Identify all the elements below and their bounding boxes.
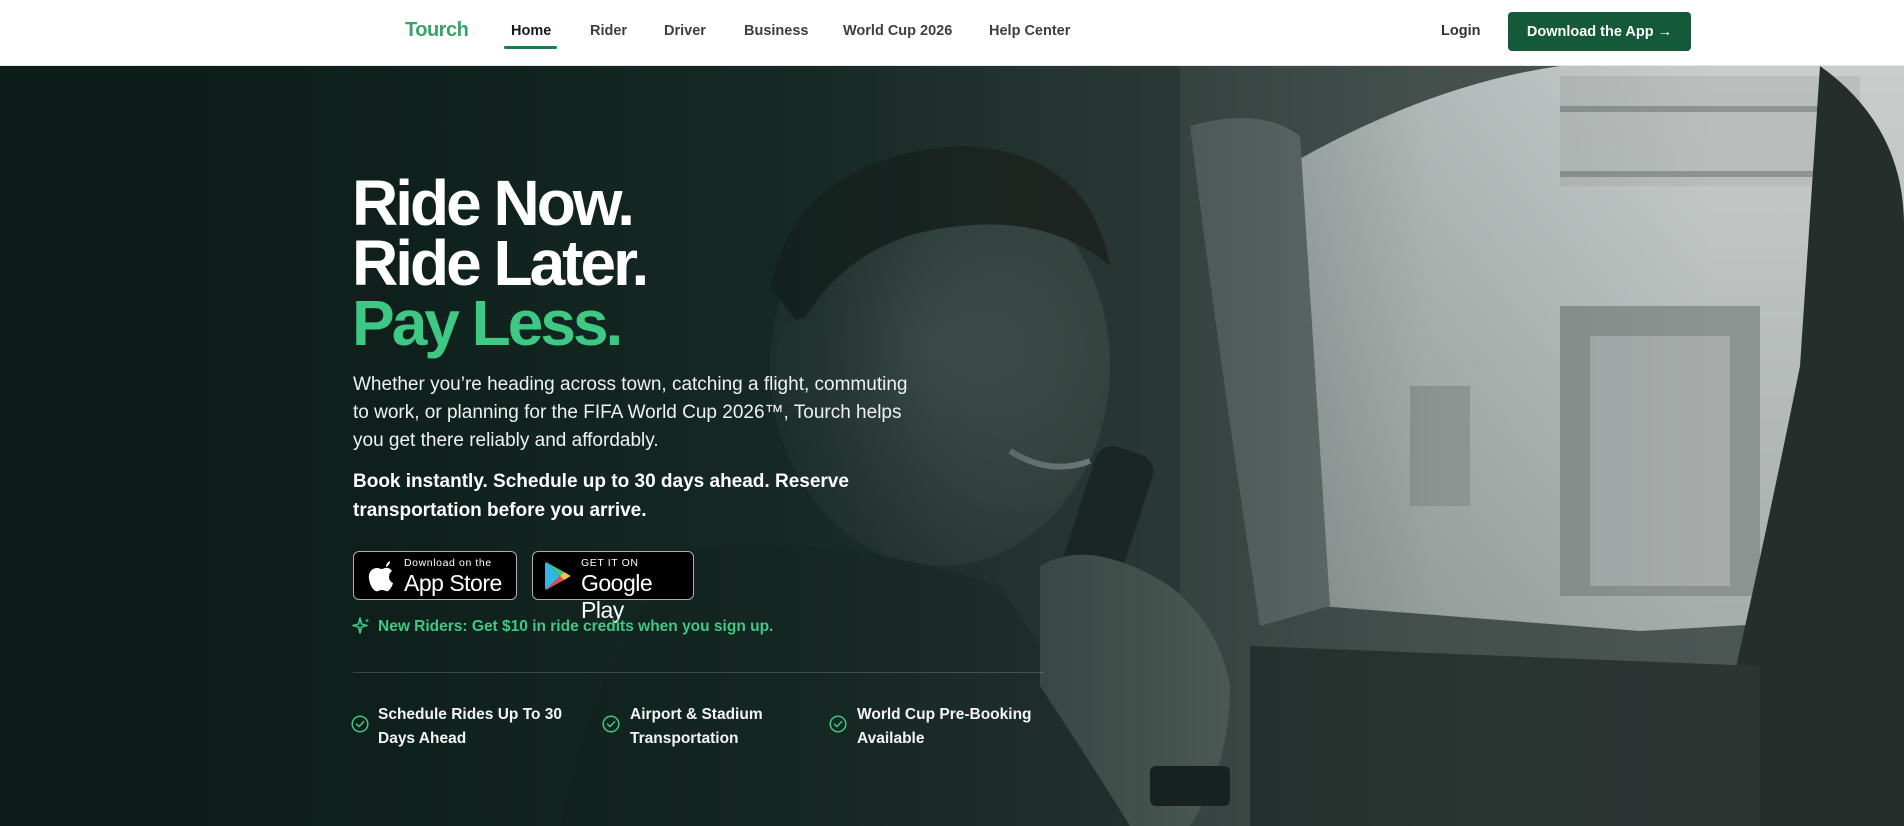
feature-airport-stadium: Airport & Stadium Transportation [630,703,763,751]
google-play-icon [544,561,572,596]
hero-divider [353,672,1043,673]
check-circle-icon [351,715,369,738]
check-circle-icon [602,715,620,738]
hero-description: Whether you’re heading across town, catc… [353,374,908,451]
nav-driver[interactable]: Driver [664,23,706,39]
sparkle-icon [351,616,371,641]
feature-line: World Cup Pre-Booking [857,706,1032,723]
login-link[interactable]: Login [1441,23,1480,39]
apple-icon [367,560,395,597]
hero-headline-line-3: Pay Less. [352,287,623,359]
hero-section: Ride Now. Ride Later. Pay Less. Whether … [0,66,1904,826]
new-rider-promo: New Riders: Get $10 in ride credits when… [378,618,774,635]
google-play-button[interactable]: GET IT ON Google Play [532,551,694,623]
hero-headline-line-2: Ride Later. [352,227,649,299]
nav-active-indicator [504,46,557,49]
feature-schedule-rides: Schedule Rides Up To 30 Days Ahead [378,703,562,751]
feature-world-cup-prebooking: World Cup Pre-Booking Available [857,703,1032,751]
hero-headline-line-1: Ride Now. [352,167,635,239]
nav-business[interactable]: Business [744,23,808,39]
nav-rider[interactable]: Rider [590,23,627,39]
nav-help-center[interactable]: Help Center [989,23,1070,39]
app-store-button[interactable]: Download on the App Store [353,551,517,600]
top-navigation: Tourch Home Rider Driver Business World … [0,0,1904,66]
logo[interactable]: Tourch [405,19,469,42]
app-store-big-text: App Store [404,570,502,596]
feature-line: Airport & Stadium [630,706,763,723]
download-app-button[interactable]: Download the App → [1508,12,1691,51]
feature-line: Available [857,730,925,747]
nav-home[interactable]: Home [511,23,551,39]
google-play-big-text: Google Play [581,570,653,623]
check-circle-icon [829,715,847,738]
google-play-small-text: GET IT ON [581,557,639,569]
hero-highlight: Book instantly. Schedule up to 30 days a… [353,471,849,521]
app-store-small-text: Download on the [404,557,492,569]
feature-line: Transportation [630,730,739,747]
feature-line: Schedule Rides Up To 30 [378,706,563,723]
feature-line: Days Ahead [378,730,467,747]
nav-world-cup-2026[interactable]: World Cup 2026 [843,23,952,39]
